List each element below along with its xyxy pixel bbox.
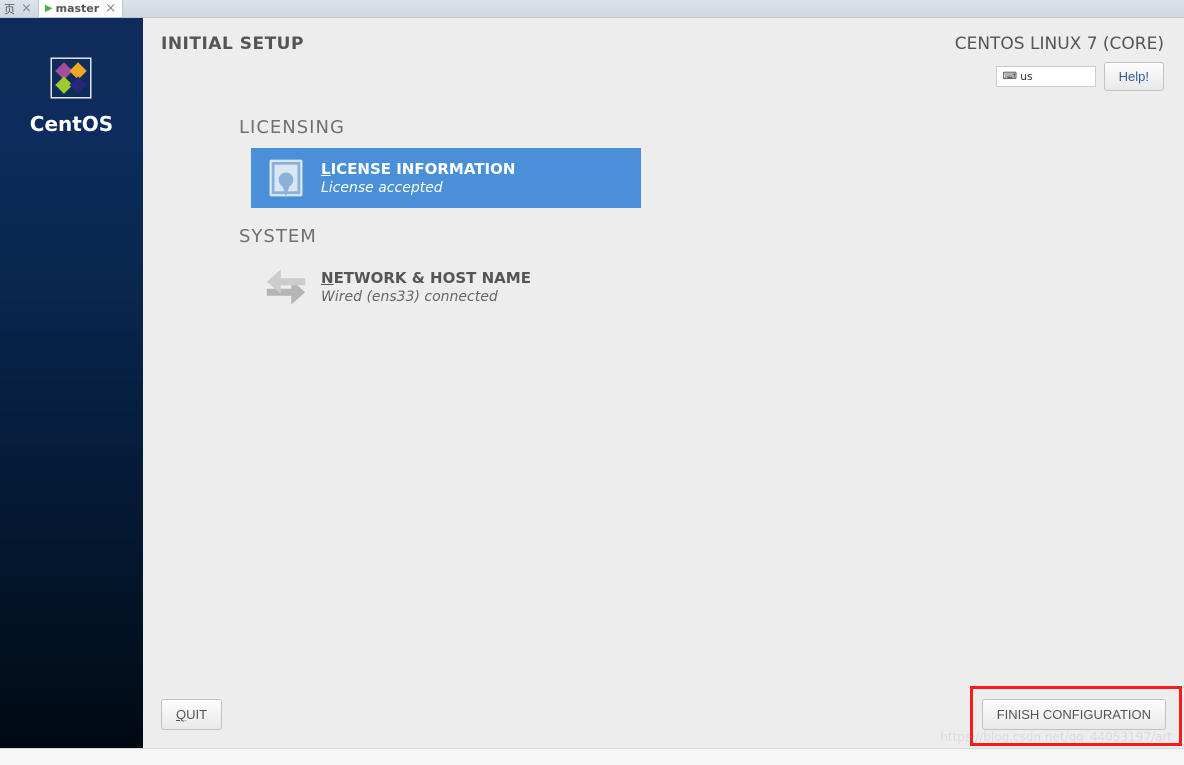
topbar: INITIAL SETUP CENTOS LINUX 7 (CORE) ⌨ us… [143, 18, 1184, 99]
browser-tabbar: 页 × ▶ master × [0, 0, 1184, 18]
content-area: INITIAL SETUP CENTOS LINUX 7 (CORE) ⌨ us… [143, 18, 1184, 748]
card-title: LICENSE INFORMATION [321, 160, 641, 178]
close-icon[interactable]: × [21, 1, 32, 16]
centos-logo-icon [49, 56, 93, 100]
license-icon [251, 156, 321, 200]
main-window: CentOS INITIAL SETUP CENTOS LINUX 7 (COR… [0, 18, 1184, 748]
section-header-system: SYSTEM [239, 226, 1144, 247]
card-license-information[interactable]: LICENSE INFORMATION License accepted [251, 148, 641, 208]
card-subtitle: Wired (ens33) connected [321, 289, 641, 305]
tab-0[interactable]: 页 × [0, 0, 39, 17]
brand-logo: CentOS [30, 56, 113, 136]
tab-label: master [56, 2, 100, 15]
sidebar: CentOS [0, 18, 143, 748]
brand-text: CentOS [30, 112, 113, 136]
keyboard-layout-value: us [1020, 70, 1033, 83]
card-network-host-name[interactable]: NETWORK & HOST NAME Wired (ens33) connec… [251, 257, 641, 317]
status-bar [0, 748, 1184, 765]
network-icon [251, 261, 321, 313]
keyboard-icon: ⌨ [1003, 71, 1015, 82]
finish-configuration-button[interactable]: FINISH CONFIGURATION [982, 699, 1166, 730]
close-icon[interactable]: × [105, 1, 116, 16]
distro-label: CENTOS LINUX 7 (CORE) [955, 34, 1164, 54]
footer: QUIT FINISH CONFIGURATION [143, 689, 1184, 748]
body-area: LICENSING LICENSE INFORMATION License ac… [143, 99, 1184, 689]
keyboard-layout-button[interactable]: ⌨ us [996, 66, 1096, 87]
card-subtitle: License accepted [321, 180, 641, 196]
section-header-licensing: LICENSING [239, 117, 1144, 138]
tab-master[interactable]: ▶ master × [39, 0, 123, 17]
help-button-label: Help! [1119, 69, 1149, 84]
help-button[interactable]: Help! [1104, 62, 1164, 91]
tab-label: 页 [4, 1, 15, 17]
card-title: NETWORK & HOST NAME [321, 269, 641, 287]
quit-button[interactable]: QUIT [161, 699, 222, 730]
page-title: INITIAL SETUP [161, 34, 304, 91]
play-icon: ▶ [45, 3, 53, 14]
